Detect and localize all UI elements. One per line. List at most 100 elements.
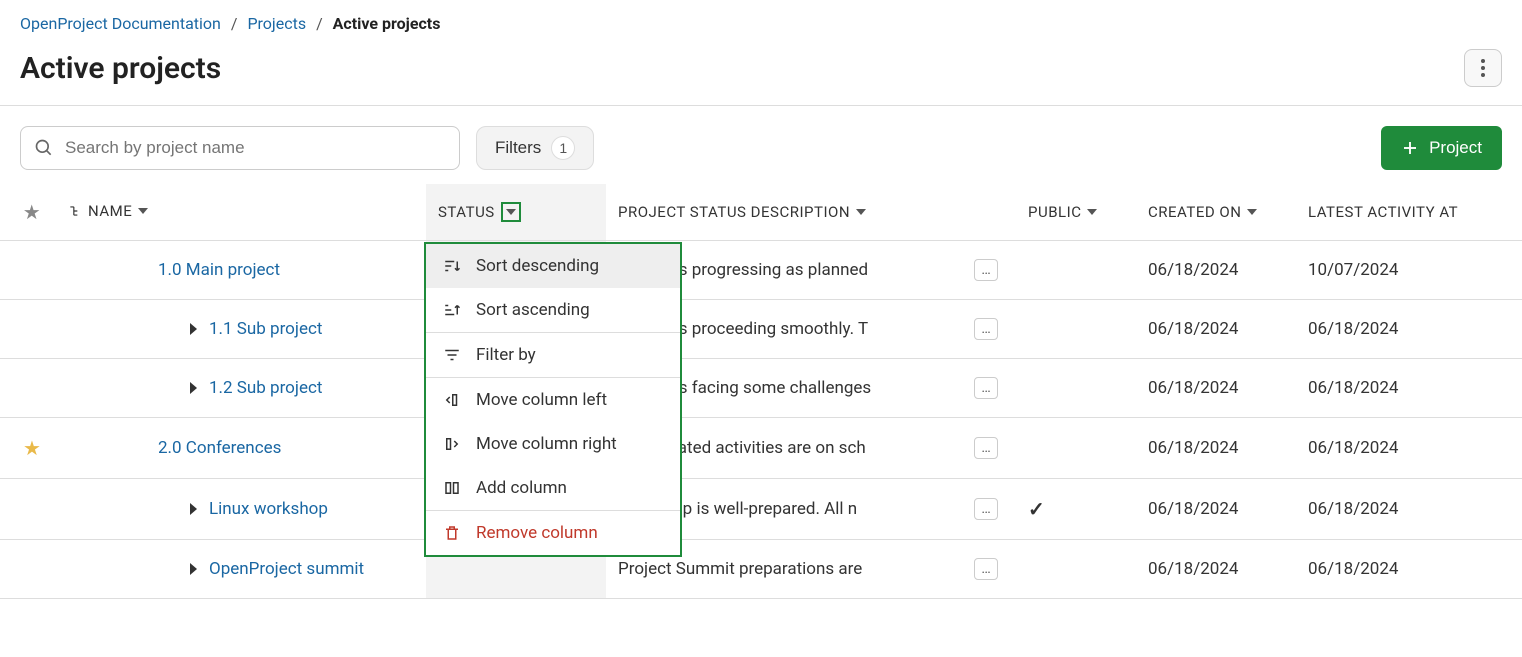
public-cell [1016,359,1136,418]
favorite-cell[interactable] [0,540,56,599]
table-row[interactable]: 1.0 Main projectproject is progressing a… [0,241,1522,300]
projects-table: ★ NAME STATUS Sort de [0,184,1522,599]
column-name[interactable]: NAME [56,184,426,241]
created-on-cell: 06/18/2024 [1136,540,1296,599]
filter-by-item[interactable]: Filter by [426,333,680,377]
table-row[interactable]: Linux workshopworkshop is well-prepared.… [0,479,1522,540]
search-icon [34,138,54,158]
name-cell: 1.0 Main project [56,241,426,300]
expand-icon[interactable] [190,323,197,335]
star-icon: ★ [23,200,41,224]
move-column-left-item[interactable]: Move column left [426,378,680,422]
caret-down-icon [506,209,516,215]
filter-icon [442,346,462,364]
created-on-cell: 06/18/2024 [1136,241,1296,300]
star-icon: ★ [23,436,41,460]
column-dropdown-menu: Sort descending Sort ascending Filter by [424,242,682,557]
latest-activity-cell: 06/18/2024 [1296,300,1522,359]
move-right-icon [442,435,462,453]
filters-button[interactable]: Filters 1 [476,126,594,170]
expand-description-button[interactable]: … [974,377,998,399]
public-cell: ✓ [1016,479,1136,540]
expand-icon[interactable] [190,563,197,575]
name-cell: 1.1 Sub project [56,300,426,359]
created-on-cell: 06/18/2024 [1136,479,1296,540]
search-input[interactable] [20,126,460,170]
expand-description-button[interactable]: … [974,498,998,520]
expand-icon[interactable] [190,382,197,394]
favorite-cell[interactable]: ★ [0,418,56,479]
project-link[interactable]: OpenProject summit [209,559,364,579]
public-cell [1016,540,1136,599]
expand-description-button[interactable]: … [974,558,998,580]
check-icon: ✓ [1028,497,1045,521]
project-link[interactable]: 1.1 Sub project [209,319,322,339]
favorite-cell[interactable] [0,241,56,300]
table-row[interactable]: ★2.0 Conferencesence-related activities … [0,418,1522,479]
name-cell: OpenProject summit [56,540,426,599]
created-on-cell: 06/18/2024 [1136,359,1296,418]
public-cell [1016,300,1136,359]
name-cell: Linux workshop [56,479,426,540]
favorite-cell[interactable] [0,300,56,359]
project-link[interactable]: Linux workshop [209,499,328,519]
status-dropdown-trigger[interactable] [501,202,521,222]
move-left-icon [442,391,462,409]
caret-down-icon [138,208,148,214]
created-on-cell: 06/18/2024 [1136,300,1296,359]
column-status[interactable]: STATUS Sort descending Sort ascending [426,184,606,241]
project-link[interactable]: 2.0 Conferences [158,438,281,458]
public-cell [1016,418,1136,479]
favorite-cell[interactable] [0,479,56,540]
name-cell: 1.2 Sub project [56,359,426,418]
trash-icon [442,524,462,542]
filters-count-badge: 1 [551,136,575,160]
remove-column-item[interactable]: Remove column [426,511,680,555]
table-row[interactable]: 1.2 Sub projectproject is facing some ch… [0,359,1522,418]
caret-down-icon [1087,209,1097,215]
expand-description-button[interactable]: … [974,437,998,459]
expand-description-button[interactable]: … [974,318,998,340]
column-activity[interactable]: LATEST ACTIVITY AT [1296,184,1522,241]
page-title: Active projects [20,51,221,86]
sort-ascending-item[interactable]: Sort ascending [426,288,680,332]
description-text: Project Summit preparations are [618,559,964,579]
column-favorite[interactable]: ★ [0,184,56,241]
more-actions-button[interactable] [1464,49,1502,87]
latest-activity-cell: 06/18/2024 [1296,418,1522,479]
columns-icon [442,479,462,497]
table-row[interactable]: 1.1 Sub projectproject is proceeding smo… [0,300,1522,359]
caret-down-icon [1247,209,1257,215]
sort-descending-item[interactable]: Sort descending [426,244,680,288]
latest-activity-cell: 06/18/2024 [1296,479,1522,540]
move-column-right-item[interactable]: Move column right [426,422,680,466]
plus-icon [1401,139,1419,157]
expand-description-button[interactable]: … [974,259,998,281]
caret-down-icon [856,209,866,215]
add-column-item[interactable]: Add column [426,466,680,510]
column-created[interactable]: CREATED ON [1136,184,1296,241]
column-public[interactable]: PUBLIC [1016,184,1136,241]
hierarchy-icon [68,204,82,218]
created-on-cell: 06/18/2024 [1136,418,1296,479]
sort-desc-icon [442,257,462,275]
expand-icon[interactable] [190,503,197,515]
breadcrumb-separator: / [316,14,323,33]
latest-activity-cell: 06/18/2024 [1296,359,1522,418]
add-project-button[interactable]: Project [1381,126,1502,170]
breadcrumb-root[interactable]: OpenProject Documentation [20,14,221,33]
table-row[interactable]: OpenProject summit Project Summit prepara… [0,540,1522,599]
column-description[interactable]: PROJECT STATUS DESCRIPTION [606,184,1016,241]
kebab-icon [1481,59,1485,77]
breadcrumb-current: Active projects [333,14,441,33]
latest-activity-cell: 10/07/2024 [1296,241,1522,300]
project-link[interactable]: 1.2 Sub project [209,378,322,398]
breadcrumb-projects[interactable]: Projects [247,14,306,33]
breadcrumb: OpenProject Documentation / Projects / A… [0,0,1522,41]
latest-activity-cell: 06/18/2024 [1296,540,1522,599]
project-link[interactable]: 1.0 Main project [158,260,280,280]
name-cell: 2.0 Conferences [56,418,426,479]
filters-label: Filters [495,138,541,158]
favorite-cell[interactable] [0,359,56,418]
public-cell [1016,241,1136,300]
